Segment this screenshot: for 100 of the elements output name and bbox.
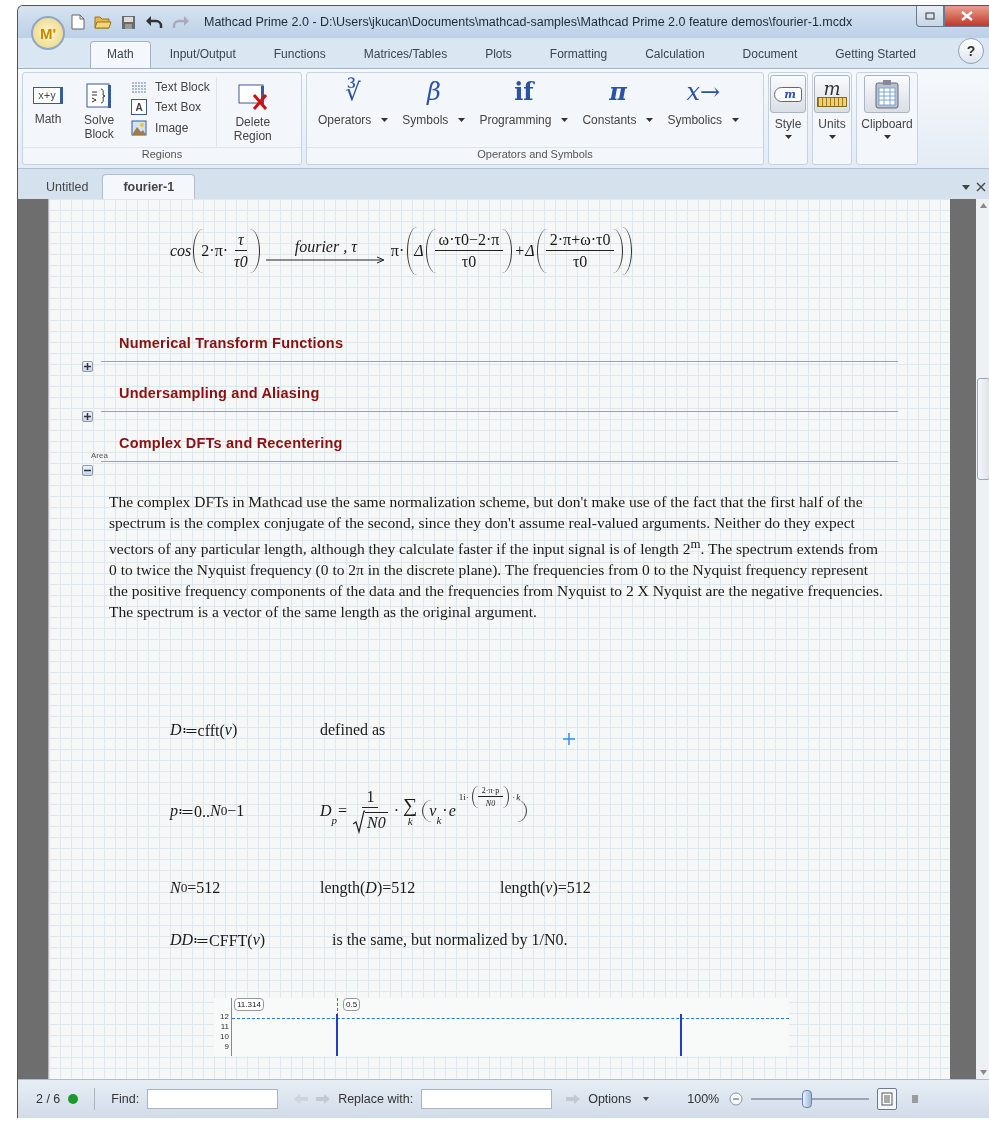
caret-icon[interactable] [962,184,970,190]
vertical-scrollbar[interactable] [976,199,989,1079]
math-symbol: + [514,242,525,260]
dropdown-button[interactable]: if Programming [472,77,576,127]
zoom-percentage: 100% [687,1092,720,1106]
ribbon-tab[interactable]: Input/Output [150,41,255,68]
new-document-icon[interactable] [71,14,85,30]
replace-field[interactable] [421,1089,553,1109]
undo-icon[interactable] [145,15,163,29]
dropdown-button[interactable]: β Symbols [395,77,473,127]
section-heading: Undersampling and Aliasing [119,384,321,403]
plus-icon [83,412,92,421]
math-symbol: k [407,815,413,828]
solve-block-button[interactable]: Solve Block [69,77,130,141]
math-symbol: cos [170,242,192,260]
caret-icon [458,118,466,122]
file-tab[interactable]: Untitled [32,175,103,199]
spike-line [336,1014,338,1057]
section-heading: Complex DFTs and Recentering [119,434,344,453]
axis-tick-label: 9 [224,1042,230,1053]
ribbon-tab[interactable]: Math [90,41,151,68]
ribbon-tab[interactable]: Plots [466,41,531,68]
help-button[interactable]: ? [958,38,984,64]
page-view-button[interactable] [877,1088,898,1110]
math-icon: x+y [33,87,64,104]
caret-icon [828,135,836,139]
arrow-icon [265,256,386,264]
delete-region-button[interactable]: Delete Region [222,77,283,143]
close-button[interactable] [944,6,989,27]
caret-icon [784,135,792,139]
zoom-out-icon[interactable] [729,1092,744,1106]
text-box-icon: A [131,99,148,115]
plus-icon [83,362,92,371]
scroll-down-icon[interactable] [979,1070,987,1075]
math-expression: DD≔CFFT(v) [170,930,267,950]
text-block-button[interactable]: Text Block [131,80,210,94]
math-symbol: 2·π·p [480,786,501,796]
math-symbol: τ0 [234,253,248,271]
caret-icon [561,118,569,122]
scrollbar-thumb[interactable] [976,378,989,480]
math-symbol: 2·π· [200,242,230,260]
text-block-icon [131,81,148,93]
close-icon[interactable] [976,182,986,192]
text-box-button[interactable]: A Text Box [131,99,210,115]
solve-block-icon [86,83,113,109]
value-readout: 11.314 [234,998,264,1012]
save-icon[interactable] [121,14,136,30]
math-symbol: · [511,792,516,803]
page-icon [881,1092,894,1106]
restore-button[interactable] [916,6,944,27]
math-symbol: p [331,814,338,827]
expand-button[interactable] [82,411,93,422]
math-symbol: τ0 [571,253,589,271]
close-icon [961,11,973,21]
caret-icon [381,118,389,122]
math-symbol: ∑ [403,795,418,816]
math-symbol: · [441,802,449,821]
image-button[interactable]: Image [131,120,210,136]
options-button[interactable]: Options [588,1092,650,1106]
ribbon-tab[interactable]: Matrices/Tables [344,41,467,68]
caret-icon [643,1097,650,1101]
math-expression: length(v)=512 [500,879,591,898]
slider-thumb[interactable] [801,1090,812,1108]
axis-tick-label: 11 [220,1022,230,1033]
folder-icon[interactable] [94,14,112,30]
collapse-button[interactable] [82,465,93,476]
math-symbol: = [337,802,349,821]
ribbon-tab[interactable]: Getting Started [816,41,935,68]
redo-icon[interactable] [172,15,190,29]
math-symbol: N0 [367,814,386,833]
group-label: Regions [23,147,301,164]
math-symbol: fourier , τ [294,238,357,256]
math-symbol: e [448,802,456,821]
dropdown-button[interactable]: ∛ Operators [311,77,396,127]
section-heading: Numerical Transform Functions [119,334,345,353]
find-field[interactable] [147,1089,279,1109]
page-indicator: 2 / 6 [36,1092,61,1106]
file-tab[interactable]: fourier-1 [102,174,196,199]
dropdown-button[interactable]: x→ Symbolics [660,77,747,127]
find-label: Find: [111,1092,140,1106]
math-symbol: π· [389,242,406,260]
dropdown-button[interactable]: π Constants [575,77,661,127]
clipboard-button[interactable]: Clipboard [857,73,917,164]
ribbon-tab[interactable]: Formatting [530,41,627,68]
ribbon-tab[interactable]: Functions [254,41,345,68]
text-note: defined as [320,721,387,740]
scroll-up-icon[interactable] [979,203,987,208]
expand-button[interactable] [82,361,93,372]
caret-icon [646,118,654,122]
math-symbol: k [436,814,442,827]
ribbon-tab[interactable]: Document [723,41,817,68]
math-symbol: v [429,802,437,821]
units-button[interactable]: m Units [813,73,851,164]
math-region-button[interactable]: x+y Math [27,77,70,126]
ribbon-tab[interactable]: Calculation [626,41,724,68]
math-expression: length(D)=512 [320,879,417,898]
math-symbol: τ0 [460,253,478,271]
style-button[interactable]: m Style [769,73,807,164]
math-symbol: 1i· [457,792,470,803]
math-symbol: Δ [525,242,535,260]
